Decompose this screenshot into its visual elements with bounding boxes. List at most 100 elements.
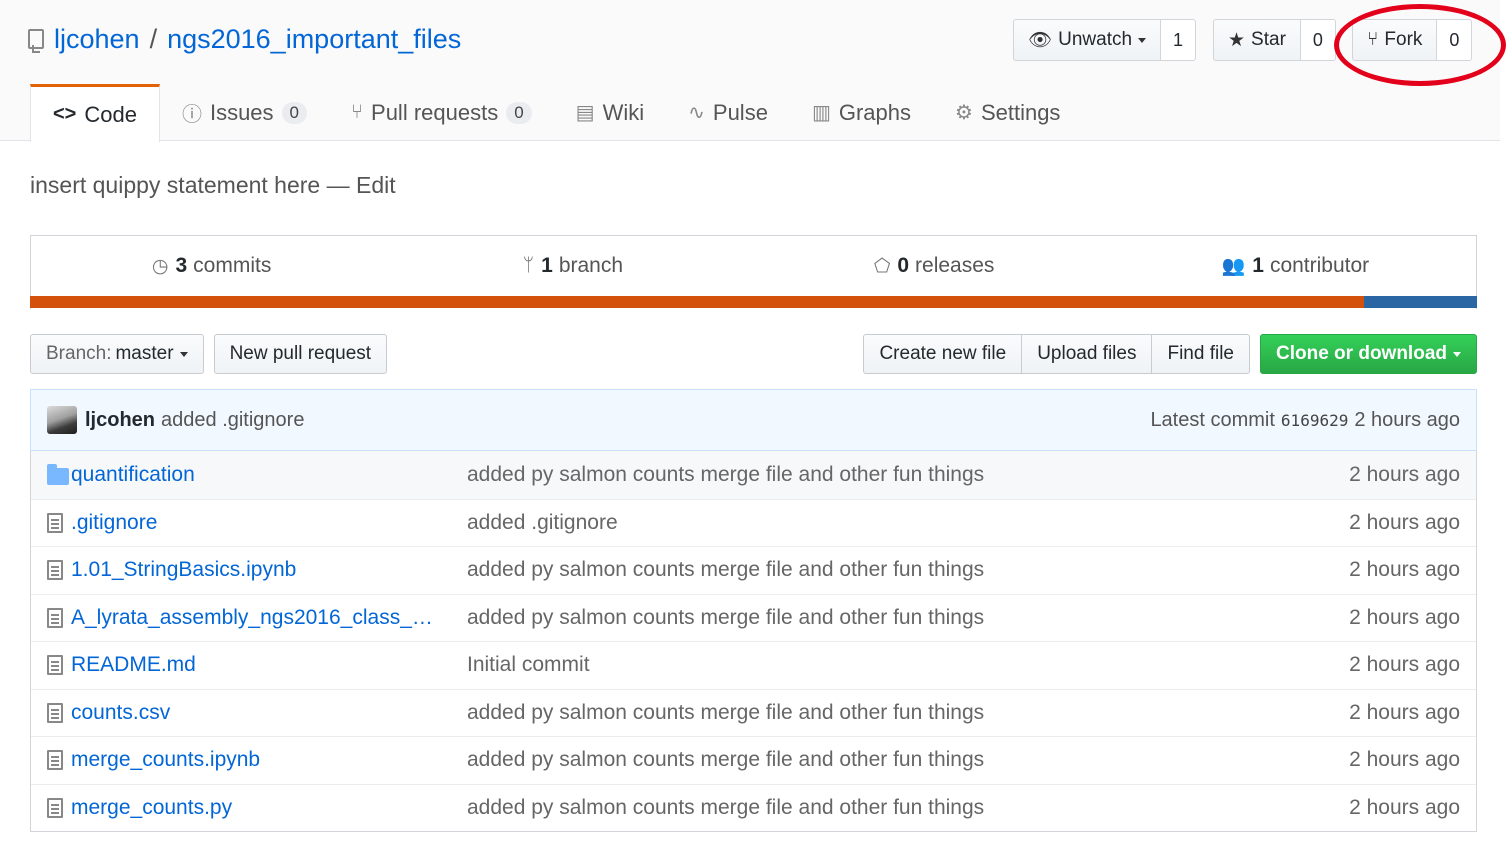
releases-count: 0 (897, 254, 910, 277)
repo-tabs: <> Code ⓘ Issues 0 ⑂ Pull requests 0 ▤ W… (30, 84, 1082, 142)
file-navigation-right: Create new file Upload files Find file C… (863, 334, 1477, 374)
chevron-down-icon (1453, 351, 1461, 357)
file-commit-message[interactable]: added py salmon counts merge file and ot… (467, 606, 1276, 630)
repo-icon (28, 29, 44, 53)
file-navigation-left: Branch: master New pull request (30, 334, 388, 374)
star-icon: ★ (1228, 29, 1246, 51)
file-age: 2 hours ago (1349, 558, 1460, 582)
tab-graphs[interactable]: ▥ Graphs (790, 84, 933, 141)
star-group: ★ Star 0 (1213, 19, 1336, 61)
repo-name-link[interactable]: ngs2016_important_files (167, 24, 461, 55)
file-name-link[interactable]: merge_counts.py (71, 796, 467, 820)
new-pull-request-button[interactable]: New pull request (213, 334, 388, 374)
tab-settings[interactable]: ⚙ Settings (933, 84, 1082, 141)
tab-pulse[interactable]: ∿ Pulse (666, 84, 790, 141)
file-age: 2 hours ago (1349, 462, 1460, 486)
file-commit-message[interactable]: added py salmon counts merge file and ot… (467, 558, 1276, 582)
commit-author[interactable]: ljcohen (85, 409, 155, 432)
tab-label: Wiki (602, 99, 645, 125)
tab-code[interactable]: <> Code (30, 84, 160, 142)
tab-label: Code (84, 101, 137, 127)
file-name-link[interactable]: quantification (71, 463, 467, 487)
chevron-down-icon (1138, 37, 1147, 43)
find-file-button[interactable]: Find file (1152, 334, 1250, 374)
star-label: Star (1251, 29, 1286, 50)
tab-wiki[interactable]: ▤ Wiki (554, 84, 666, 141)
tab-label: Settings (980, 99, 1061, 125)
issues-counter: 0 (281, 101, 308, 124)
repo-title-separator: / (149, 23, 158, 54)
file-age: 2 hours ago (1349, 510, 1460, 534)
file-row[interactable]: A_lyrata_assembly_ngs2016_class_… added … (31, 593, 1476, 642)
file-name-link[interactable]: 1.01_StringBasics.ipynb (71, 558, 467, 582)
file-name-link[interactable]: .gitignore (71, 511, 467, 535)
code-icon: <> (53, 103, 77, 125)
file-commit-message[interactable]: added py salmon counts merge file and ot… (467, 748, 1276, 772)
contributors-link[interactable]: 👥 1 contributor (1115, 236, 1476, 296)
tab-pull-requests[interactable]: ⑂ Pull requests 0 (329, 84, 554, 141)
file-row[interactable]: README.md Initial commit 2 hours ago (31, 641, 1476, 689)
tab-label: Graphs (838, 99, 911, 125)
branch-name: master (115, 343, 174, 364)
contributors-label: contributor (1269, 254, 1370, 277)
commit-message[interactable]: added .gitignore (161, 409, 304, 432)
file-age: 2 hours ago (1349, 700, 1460, 724)
folder-icon (47, 463, 69, 485)
file-row[interactable]: .gitignore added .gitignore 2 hours ago (31, 498, 1476, 547)
unwatch-button[interactable]: 👁 Unwatch (1013, 19, 1162, 61)
repo-owner-link[interactable]: ljcohen (54, 24, 140, 55)
repo-header: ljcohen / ngs2016_important_files 👁 Unwa… (0, 0, 1506, 142)
repo-description: insert quippy statement here — Edit (30, 172, 396, 198)
file-commit-message[interactable]: added .gitignore (467, 511, 1276, 535)
file-list: quantification added py salmon counts me… (30, 451, 1477, 832)
file-age: 2 hours ago (1349, 605, 1460, 629)
file-row[interactable]: merge_counts.py added py salmon counts m… (31, 783, 1476, 832)
language-bar-segment-primary (30, 296, 1364, 308)
file-name-link[interactable]: A_lyrata_assembly_ngs2016_class_… (71, 606, 467, 630)
file-commit-message[interactable]: Initial commit (467, 653, 1276, 677)
pull-request-icon: ⑂ (351, 101, 364, 123)
create-new-file-button[interactable]: Create new file (863, 334, 1023, 374)
language-bar[interactable] (30, 296, 1477, 308)
file-name-link[interactable]: merge_counts.ipynb (71, 748, 467, 772)
branches-count: 1 (541, 254, 553, 277)
watchers-count[interactable]: 1 (1161, 19, 1197, 61)
file-row[interactable]: counts.csv added py salmon counts merge … (31, 688, 1476, 737)
file-commit-message[interactable]: added py salmon counts merge file and ot… (467, 701, 1276, 725)
star-button[interactable]: ★ Star (1213, 19, 1301, 61)
chevron-down-icon (179, 351, 188, 357)
file-name-link[interactable]: README.md (71, 653, 467, 677)
releases-label: releases (915, 254, 995, 277)
releases-link[interactable]: ⬠ 0 releases (754, 236, 1115, 296)
watch-group: 👁 Unwatch 1 (1013, 19, 1197, 61)
stars-count[interactable]: 0 (1300, 19, 1336, 61)
tab-label: Issues (209, 99, 274, 125)
file-icon (47, 750, 63, 771)
file-row[interactable]: merge_counts.ipynb added py salmon count… (31, 736, 1476, 784)
file-commit-message[interactable]: added py salmon counts merge file and ot… (467, 463, 1276, 487)
latest-commit-label: Latest commit (1150, 408, 1275, 431)
commits-link[interactable]: ◷ 3 commits (31, 236, 392, 296)
branches-link[interactable]: ᛘ 1 branch (392, 236, 753, 296)
branch-icon: ᛘ (522, 255, 535, 276)
eye-icon: 👁 (1028, 30, 1053, 51)
language-bar-segment-secondary (1364, 296, 1477, 308)
repo-title: ljcohen / ngs2016_important_files (28, 20, 461, 58)
file-age: 2 hours ago (1349, 653, 1460, 677)
book-icon: ▤ (575, 102, 595, 124)
avatar[interactable] (47, 406, 77, 434)
clone-label: Clone or download (1276, 343, 1447, 364)
branches-label: branch (558, 254, 624, 277)
file-commit-message[interactable]: added py salmon counts merge file and ot… (467, 796, 1276, 820)
tab-issues[interactable]: ⓘ Issues 0 (160, 84, 329, 141)
branch-select-button[interactable]: Branch: master (30, 334, 204, 374)
file-name-link[interactable]: counts.csv (71, 701, 467, 725)
fork-highlight-annotation (1334, 4, 1506, 86)
commit-sha[interactable]: 6169629 (1281, 411, 1348, 430)
file-row[interactable]: 1.01_StringBasics.ipynb added py salmon … (31, 546, 1476, 594)
gear-icon: ⚙ (955, 102, 973, 124)
clone-or-download-button[interactable]: Clone or download (1260, 334, 1477, 374)
commit-age: 2 hours ago (1354, 408, 1460, 431)
file-row[interactable]: quantification added py salmon counts me… (31, 451, 1476, 499)
upload-files-button[interactable]: Upload files (1022, 334, 1153, 374)
